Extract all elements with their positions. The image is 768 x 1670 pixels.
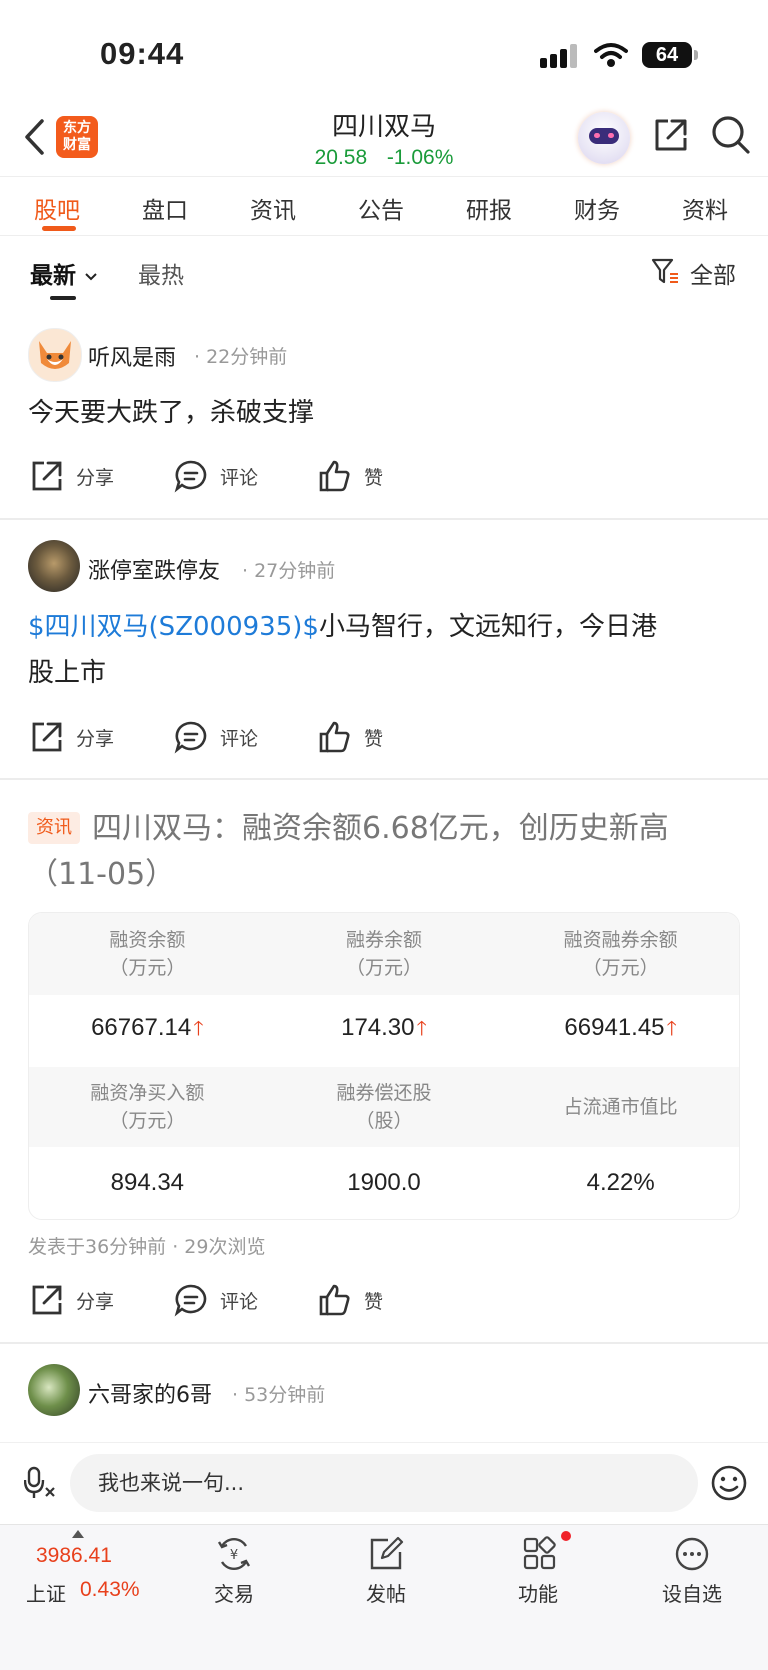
- table-row: 894.34 1900.0 4.22%: [29, 1147, 739, 1219]
- svg-text:¥: ¥: [230, 1548, 238, 1563]
- wifi-icon: [594, 43, 628, 67]
- tab-announcements[interactable]: 公告: [358, 191, 404, 225]
- like-button[interactable]: 赞: [318, 1283, 383, 1317]
- notification-dot: [561, 1531, 571, 1541]
- thumbs-up-icon: [319, 1284, 350, 1316]
- index-change[interactable]: 0.43%: [80, 1578, 140, 1602]
- nav-trade[interactable]: 交易: [184, 1578, 284, 1607]
- up-arrow-icon: 🡑: [666, 1018, 677, 1040]
- thumbs-up-icon: [319, 460, 350, 492]
- active-tab-indicator: [42, 226, 76, 231]
- trade-icon[interactable]: ¥: [214, 1536, 254, 1572]
- tab-news[interactable]: 资讯: [250, 191, 296, 225]
- fox-avatar-icon: [39, 341, 71, 369]
- avatar[interactable]: [28, 540, 80, 592]
- tab-finance[interactable]: 财务: [574, 191, 620, 225]
- table-cell: 4.22%: [586, 1169, 655, 1196]
- comment-icon: [174, 1284, 207, 1317]
- share-external-icon[interactable]: [652, 116, 690, 154]
- cellular-signal-icon: [540, 44, 582, 68]
- table-header-row: 融资余额 （万元） 融券余额 （万元） 融资融券余额 （万元）: [29, 913, 739, 995]
- sort-newest[interactable]: 最新: [30, 256, 98, 290]
- nav-functions[interactable]: 功能: [488, 1578, 588, 1607]
- comment-button[interactable]: 评论: [174, 1283, 258, 1317]
- table-cell: 66941.45 🡑: [564, 1014, 677, 1041]
- post-content[interactable]: $四川双马(SZ000935)$小马智行，文远知行，今日港 股上市: [28, 604, 738, 696]
- post-username[interactable]: 听风是雨: [88, 340, 176, 372]
- up-arrow-icon: 🡑: [193, 1018, 204, 1040]
- comment-icon: [174, 460, 207, 493]
- filter-all[interactable]: 全部: [690, 256, 736, 290]
- share-button[interactable]: 分享: [30, 459, 114, 493]
- emoji-icon[interactable]: [710, 1464, 748, 1502]
- assistant-robot-icon[interactable]: [578, 112, 630, 164]
- status-time: 09:44: [100, 36, 185, 71]
- news-badge: 资讯: [28, 812, 80, 844]
- battery-icon: 64: [642, 42, 692, 68]
- stock-link[interactable]: $四川双马(SZ000935)$: [28, 612, 319, 642]
- news-title[interactable]: 四川双马：融资余额6.68亿元，创历史新高（11-05）: [28, 806, 728, 898]
- more-options-icon[interactable]: [674, 1536, 710, 1572]
- compose-post-icon[interactable]: [368, 1536, 404, 1572]
- nav-add-watchlist[interactable]: 设自选: [642, 1578, 742, 1607]
- index-value[interactable]: 3986.41: [36, 1544, 112, 1568]
- tab-bar: 股吧 盘口 资讯 公告 研报 财务 资料: [0, 176, 768, 236]
- margin-data-table[interactable]: 融资余额 （万元） 融券余额 （万元） 融资融券余额 （万元） 66767.14 🡑 1…: [28, 912, 740, 1220]
- post-time: · 53分钟前: [232, 1384, 326, 1406]
- tab-research[interactable]: 研报: [466, 191, 512, 225]
- avatar[interactable]: [28, 328, 82, 382]
- post-content[interactable]: 今天要大跌了，杀破支撑: [28, 390, 314, 436]
- share-icon: [32, 722, 62, 752]
- table-header-row: 融资净买入额 （万元） 融券偿还股 （股） 占流通市值比: [29, 1067, 739, 1147]
- table-cell: 1900.0: [347, 1169, 421, 1196]
- post-divider: [0, 518, 768, 520]
- share-icon: [32, 1285, 62, 1315]
- post-time: · 22分钟前: [194, 346, 288, 368]
- triangle-up-icon: [72, 1530, 84, 1538]
- table-cell: 66767.14 🡑: [91, 1014, 204, 1041]
- comment-button[interactable]: 评论: [174, 459, 258, 493]
- table-header-cell: 融资余额 （万元）: [109, 929, 186, 979]
- table-header-cell: 占流通市值比: [563, 1096, 678, 1118]
- index-name[interactable]: 上证: [26, 1578, 66, 1607]
- table-header-cell: 融资净买入额 （万元）: [90, 1082, 205, 1132]
- comment-input[interactable]: 我也来说一句...: [70, 1454, 698, 1512]
- up-arrow-icon: 🡑: [416, 1018, 427, 1040]
- filter-icon[interactable]: [650, 256, 680, 286]
- table-header-cell: 融券偿还股 （股）: [336, 1082, 432, 1132]
- avatar[interactable]: [28, 1364, 80, 1416]
- share-button[interactable]: 分享: [30, 1283, 114, 1317]
- post-username[interactable]: 涨停室跌停友: [88, 553, 220, 585]
- share-icon: [32, 461, 62, 491]
- news-meta: 发表于36分钟前 · 29次浏览: [28, 1236, 266, 1258]
- post-divider: [0, 778, 768, 780]
- table-header-cell: 融券余额 （万元）: [346, 929, 423, 979]
- like-button[interactable]: 赞: [318, 459, 383, 493]
- stock-change: -1.06%: [386, 146, 454, 169]
- tab-guba[interactable]: 股吧: [34, 191, 80, 225]
- tab-profile[interactable]: 资料: [682, 191, 728, 225]
- table-cell: 174.30 🡑: [341, 1014, 427, 1041]
- post-time: · 27分钟前: [242, 560, 336, 582]
- sort-hot[interactable]: 最热: [138, 256, 184, 290]
- chevron-down-icon: [85, 272, 97, 280]
- search-icon[interactable]: [710, 114, 752, 156]
- like-button[interactable]: 赞: [318, 720, 383, 754]
- stock-price: 20.58: [314, 146, 368, 169]
- voice-input-icon[interactable]: [24, 1466, 56, 1500]
- post-username[interactable]: 六哥家的6哥: [88, 1377, 212, 1409]
- tab-pankou[interactable]: 盘口: [142, 191, 188, 225]
- comment-button[interactable]: 评论: [174, 720, 258, 754]
- nav-post[interactable]: 发帖: [336, 1578, 436, 1607]
- share-button[interactable]: 分享: [30, 720, 114, 754]
- thumbs-up-icon: [319, 721, 350, 753]
- table-row: 66767.14 🡑 174.30 🡑 66941.45 🡑: [29, 995, 739, 1067]
- functions-grid-icon[interactable]: [522, 1536, 558, 1572]
- comment-icon: [174, 721, 207, 754]
- post-divider: [0, 1342, 768, 1344]
- battery-tip: [694, 50, 698, 60]
- sort-indicator: [50, 296, 76, 300]
- table-header-cell: 融资融券余额 （万元）: [563, 929, 678, 979]
- table-cell: 894.34: [110, 1169, 185, 1196]
